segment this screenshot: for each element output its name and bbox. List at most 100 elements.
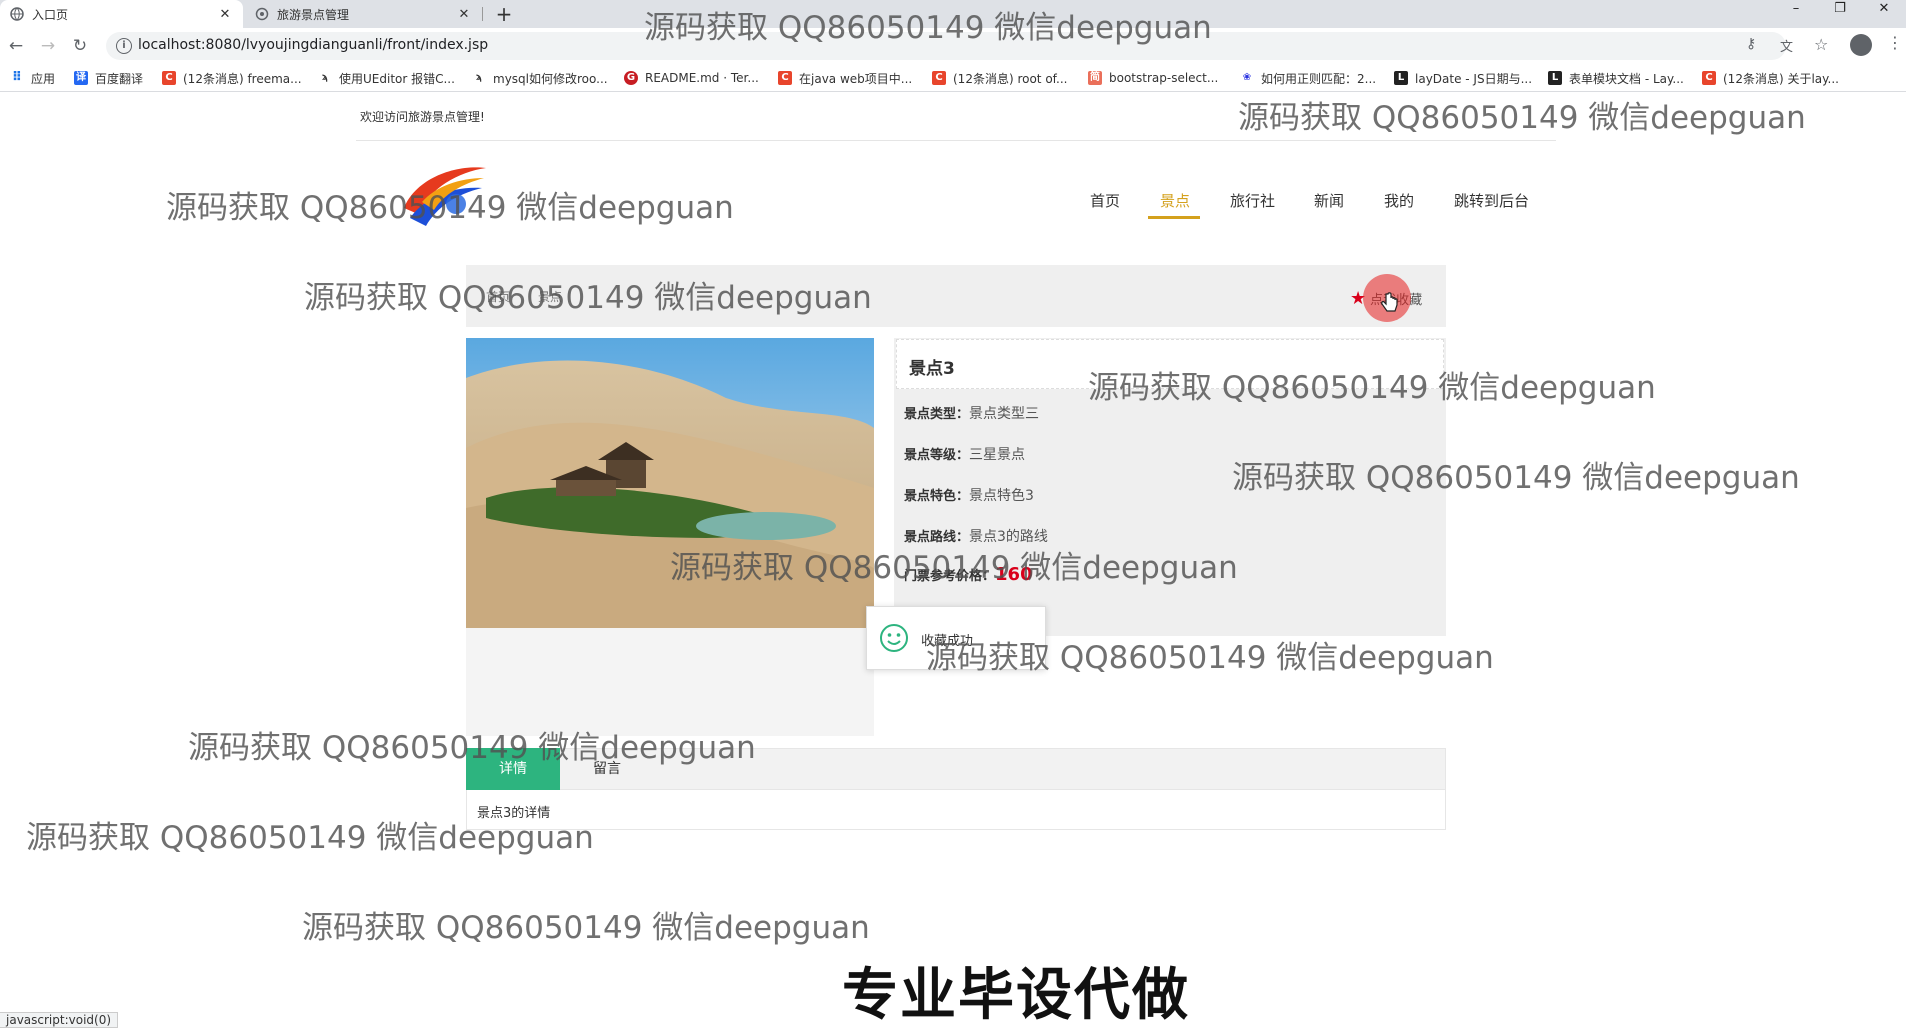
layui-icon: L xyxy=(1394,71,1408,85)
tab-title: 入口页 xyxy=(32,7,69,22)
browser-status-bar: javascript:void(0) xyxy=(0,1012,119,1028)
bookmark-label: 应用 xyxy=(31,71,56,86)
bookmark-label: 在java web项目中... xyxy=(799,71,913,86)
breadcrumb-attractions[interactable]: 景点 xyxy=(538,288,562,305)
nav-attractions[interactable]: 景点 xyxy=(1160,190,1190,211)
field-value: 三星景点 xyxy=(969,447,1026,463)
url-text[interactable]: localhost:8080/lvyoujingdianguanli/front… xyxy=(138,37,488,53)
baidu-translate-icon: 译 xyxy=(74,71,88,85)
bookmark-item[interactable]: 译 百度翻译 xyxy=(74,69,143,87)
attraction-name: 景点3 xyxy=(909,359,955,379)
price-value: 160 xyxy=(995,564,1033,585)
gitee-icon: G xyxy=(624,71,638,85)
nav-news[interactable]: 新闻 xyxy=(1314,190,1344,211)
attraction-title-box: 景点3 xyxy=(896,339,1444,389)
bookmark-label: (12条消息) freema... xyxy=(183,71,302,86)
success-toast: 收藏成功 xyxy=(866,606,1046,670)
back-arrow-icon[interactable]: ← xyxy=(4,34,28,58)
welcome-text: 欢迎访问旅游景点管理! xyxy=(360,110,485,124)
profile-avatar-icon[interactable] xyxy=(1850,34,1872,56)
field-label: 景点类型： xyxy=(904,407,970,422)
breadcrumb-bar xyxy=(466,265,1446,327)
csdn-icon: C xyxy=(932,71,946,85)
watermark-text: 源码获取 QQ86050149 微信deepguan xyxy=(1238,100,1806,136)
site-logo[interactable] xyxy=(396,158,490,230)
nav-goto-admin[interactable]: 跳转到后台 xyxy=(1454,190,1529,211)
bookmark-item[interactable]: L layDate - JS日期与... xyxy=(1394,69,1532,87)
bookmark-label: (12条消息) 关于lay... xyxy=(1723,71,1839,86)
bookmark-item[interactable]: C 在java web项目中... xyxy=(778,69,912,87)
toast-message: 收藏成功 xyxy=(921,634,974,649)
minimize-window-button[interactable]: – xyxy=(1774,0,1818,20)
layui-icon: L xyxy=(1548,71,1562,85)
close-window-button[interactable]: ✕ xyxy=(1862,0,1906,20)
bookmark-label: 百度翻译 xyxy=(95,71,144,86)
baidu-paw-icon: ❀ xyxy=(1242,72,1252,83)
tab-separator xyxy=(482,7,483,21)
bookmark-item[interactable]: ϡ 使用UEditor 报错C... xyxy=(318,69,455,87)
bookmark-apps[interactable]: ⠿ 应用 xyxy=(10,69,55,87)
field-value: 景点类型三 xyxy=(969,406,1040,422)
promo-banner: 专业毕设代做 xyxy=(842,963,1190,1028)
field-label: 景点特色： xyxy=(904,489,970,504)
field-label: 景点路线： xyxy=(904,530,970,545)
bookmark-label: mysql如何修改roo... xyxy=(493,71,608,86)
smile-icon xyxy=(880,624,908,652)
tab-details[interactable]: 详情 xyxy=(466,748,560,790)
field-route: 景点路线：景点3的路线 xyxy=(904,526,1048,546)
csdn-icon: C xyxy=(778,71,792,85)
close-tab-icon[interactable]: ✕ xyxy=(456,7,472,22)
browser-toolbar: ← → ↻ i localhost:8080/lvyoujingdianguan… xyxy=(0,28,1906,64)
field-value: 景点3的路线 xyxy=(969,529,1048,545)
new-tab-button[interactable]: + xyxy=(492,2,516,26)
bookmark-label: bootstrap-select... xyxy=(1109,71,1219,85)
restore-window-button[interactable]: ❐ xyxy=(1818,0,1862,20)
address-bar[interactable]: i localhost:8080/lvyoujingdianguanli/fro… xyxy=(106,32,1793,60)
bookmark-star-icon[interactable]: ☆ xyxy=(1814,35,1828,54)
csdn-icon: C xyxy=(162,71,176,85)
nav-travel-agency[interactable]: 旅行社 xyxy=(1230,190,1275,211)
browser-tabstrip: 入口页 ✕ 旅游景点管理 ✕ + – ❐ ✕ xyxy=(0,0,1906,28)
bookmark-item[interactable]: ϡ mysql如何修改roo... xyxy=(472,69,608,87)
field-label: 景点等级： xyxy=(904,448,970,463)
settings-gear-icon xyxy=(255,7,269,21)
key-icon[interactable]: ⚷ xyxy=(1746,36,1756,52)
jianshu-icon: 简 xyxy=(1088,71,1102,85)
field-type: 景点类型：景点类型三 xyxy=(904,403,1039,423)
nav-my[interactable]: 我的 xyxy=(1384,190,1414,211)
hook-icon: ϡ xyxy=(475,72,483,83)
header-divider xyxy=(356,140,1556,141)
browser-tab-admin[interactable]: 旅游景点管理 ✕ xyxy=(245,0,482,28)
bookmark-item[interactable]: 简 bootstrap-select... xyxy=(1088,69,1218,87)
browser-tab-entry[interactable]: 入口页 ✕ xyxy=(0,0,243,28)
field-level: 景点等级：三星景点 xyxy=(904,444,1025,464)
breadcrumb-home[interactable]: 首页 xyxy=(486,288,510,305)
watermark-text: 源码获取 QQ86050149 微信deepguan xyxy=(302,910,870,946)
price-label: 门票参考价格： xyxy=(904,569,996,584)
bookmark-item[interactable]: ❀ 如何用正则匹配：2... xyxy=(1240,69,1376,87)
reload-icon[interactable]: ↻ xyxy=(68,34,92,58)
close-tab-icon[interactable]: ✕ xyxy=(217,7,233,22)
bookmark-label: 使用UEditor 报错C... xyxy=(339,71,455,86)
globe-icon xyxy=(10,7,24,21)
bookmark-item[interactable]: G README.md · Ter... xyxy=(624,69,759,87)
bookmark-item[interactable]: C (12条消息) 关于lay... xyxy=(1702,69,1839,87)
detail-text: 景点3的详情 xyxy=(477,806,551,821)
site-info-icon[interactable]: i xyxy=(116,38,132,54)
field-price: 门票参考价格：160 xyxy=(904,564,1033,585)
nav-home[interactable]: 首页 xyxy=(1090,190,1120,211)
forward-arrow-icon[interactable]: → xyxy=(36,34,60,58)
bookmark-item[interactable]: C (12条消息) freema... xyxy=(162,69,302,87)
bookmark-label: 如何用正则匹配：2... xyxy=(1261,71,1377,86)
bookmark-item[interactable]: L 表单模块文档 - Lay... xyxy=(1548,69,1684,87)
browser-menu-icon[interactable]: ⋮ xyxy=(1887,33,1903,52)
bookmark-label: layDate - JS日期与... xyxy=(1415,71,1533,86)
bookmark-label: (12条消息) root of... xyxy=(953,71,1068,86)
tab-comments[interactable]: 留言 xyxy=(572,748,642,790)
csdn-icon: C xyxy=(1702,71,1716,85)
bookmark-item[interactable]: C (12条消息) root of... xyxy=(932,69,1067,87)
field-value: 景点特色3 xyxy=(969,488,1034,504)
nav-active-indicator xyxy=(1148,216,1200,219)
hand-cursor-icon xyxy=(1381,292,1398,312)
translate-icon[interactable]: 文 xyxy=(1780,36,1793,55)
